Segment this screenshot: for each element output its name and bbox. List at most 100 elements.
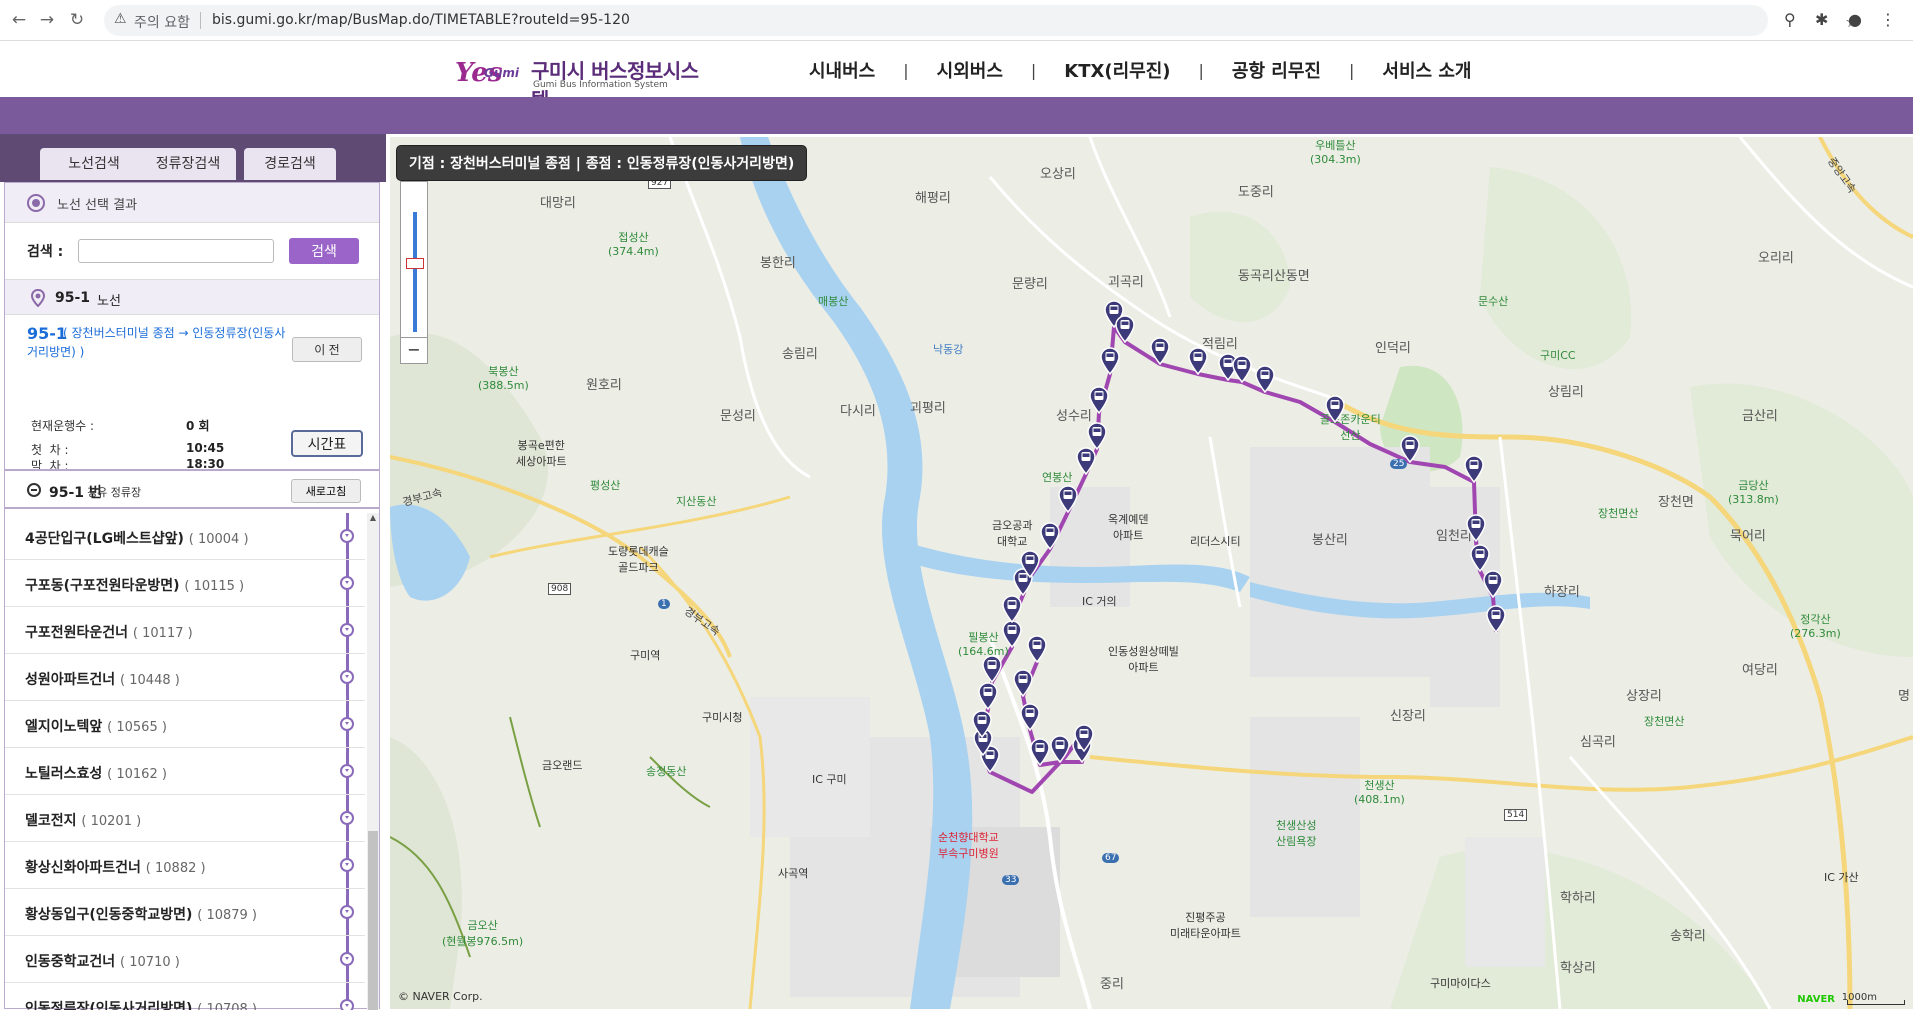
nav-service-intro[interactable]: 서비스 소개 xyxy=(1368,57,1485,83)
bus-stop-marker-icon[interactable] xyxy=(1399,435,1421,463)
bus-stop-marker-icon[interactable] xyxy=(1485,605,1507,633)
warning-icon[interactable]: ⚠ xyxy=(114,11,127,27)
site-logo[interactable]: Yes Gumi 구미시 버스정보시스템 Gumi Bus Informatio… xyxy=(455,54,705,112)
menu-icon[interactable]: ⋮ xyxy=(1880,10,1896,29)
bus-stop-marker-icon[interactable] xyxy=(1057,485,1079,513)
map-mountain-label: 장천면산 xyxy=(1644,715,1685,728)
stop-row[interactable]: 델코전지 ( 10201 ) xyxy=(5,795,365,842)
bus-stop-marker-icon[interactable] xyxy=(1114,315,1136,343)
stop-row[interactable]: 4공단입구(LG베스트샵앞) ( 10004 ) xyxy=(5,513,365,560)
route-search-input[interactable] xyxy=(78,239,274,263)
bus-stop-marker-icon[interactable] xyxy=(1073,724,1095,752)
scroll-thumb[interactable] xyxy=(368,831,378,1010)
prev-button[interactable]: 이 전 xyxy=(292,337,362,362)
bus-stop-marker-icon[interactable] xyxy=(1019,550,1041,578)
stop-marker-icon xyxy=(340,576,354,590)
bus-stop-marker-icon[interactable] xyxy=(1029,738,1051,766)
bus-stop-marker-icon[interactable] xyxy=(1463,455,1485,483)
bus-stop-marker-icon[interactable] xyxy=(971,710,993,738)
nav-intercity-bus[interactable]: 시외버스 xyxy=(923,57,1017,83)
map-mountain-label: 지산동산 xyxy=(676,495,717,508)
stop-row[interactable]: 구포전원타운건너 ( 10117 ) xyxy=(5,607,365,654)
scroll-up-icon[interactable]: ▲ xyxy=(367,513,379,525)
map-place-label: 오리리 xyxy=(1758,251,1794,266)
profile-icon[interactable]: ● xyxy=(1848,10,1862,29)
bus-stop-marker-icon[interactable] xyxy=(1465,514,1487,542)
bus-stop-marker-icon[interactable] xyxy=(1026,635,1048,663)
bus-stop-marker-icon[interactable] xyxy=(1099,347,1121,375)
result-header: 노선 선택 결과 xyxy=(5,183,379,223)
logo-subtitle: Gumi Bus Information System xyxy=(533,80,668,90)
map-place-label: 송림리 xyxy=(782,347,818,362)
logo-gumi: Gumi xyxy=(484,66,520,80)
stop-row[interactable]: 황상동입구(인동중학교방면) ( 10879 ) xyxy=(5,889,365,936)
map-place-label: 묵어리 xyxy=(1730,529,1766,544)
route-header-number: 95-1 xyxy=(55,290,91,306)
bus-stop-marker-icon[interactable] xyxy=(1231,355,1253,383)
zoom-slider-track[interactable] xyxy=(413,212,417,332)
bus-stop-marker-icon[interactable] xyxy=(1086,422,1108,450)
stop-marker-icon xyxy=(340,858,354,872)
bus-stop-marker-icon[interactable] xyxy=(1001,620,1023,648)
bus-stop-marker-icon[interactable] xyxy=(977,682,999,710)
stop-row[interactable]: 구포동(구포전원타운방면) ( 10115 ) xyxy=(5,560,365,607)
map-place-label: 문량리 xyxy=(1012,277,1048,292)
back-icon[interactable]: ← xyxy=(8,9,30,31)
nav-airport-limousine[interactable]: 공항 리무진 xyxy=(1218,57,1335,83)
address-bar[interactable]: ⚠ 주의 요함 bis.gumi.go.kr/map/BusMap.do/TIM… xyxy=(104,5,1859,36)
security-warning[interactable]: 주의 요함 xyxy=(134,12,190,32)
bus-stop-marker-icon[interactable] xyxy=(1001,595,1023,623)
map-hospital-label: 순천향대학교 부속구미병원 xyxy=(938,831,999,860)
bus-stop-marker-icon[interactable] xyxy=(1049,735,1071,763)
bus-stop-marker-icon[interactable] xyxy=(1075,447,1097,475)
bus-stop-marker-icon[interactable] xyxy=(1324,395,1346,423)
zoom-control[interactable]: − xyxy=(400,181,428,364)
tab-stop-search[interactable]: 정류장검색 xyxy=(140,148,236,180)
collapse-icon[interactable] xyxy=(27,483,41,497)
stop-row[interactable]: 노틸러스효성 ( 10162 ) xyxy=(5,748,365,795)
nav-separator: | xyxy=(1349,60,1355,80)
url-text[interactable]: bis.gumi.go.kr/map/BusMap.do/TIMETABLE?r… xyxy=(212,12,630,28)
stop-id: ( 10004 ) xyxy=(188,532,249,547)
zoom-out-button[interactable]: − xyxy=(401,337,427,363)
stop-row[interactable]: 황상신화아파트건너 ( 10882 ) xyxy=(5,842,365,889)
stop-row[interactable]: 성원아파트건너 ( 10448 ) xyxy=(5,654,365,701)
map-poi-label: 인동성원상떼빌 아파트 xyxy=(1108,645,1179,674)
map-place-label: 학상리 xyxy=(1560,961,1596,976)
bus-stop-marker-icon[interactable] xyxy=(1149,337,1171,365)
stop-row[interactable]: 엘지이노텍앞 ( 10565 ) xyxy=(5,701,365,748)
nav-city-bus[interactable]: 시내버스 xyxy=(795,57,889,83)
bus-stop-marker-icon[interactable] xyxy=(1254,365,1276,393)
bus-stop-marker-icon[interactable] xyxy=(1482,570,1504,598)
stop-row[interactable]: 인동정류장(인동사거리방면) ( 10708 ) xyxy=(5,983,365,1010)
bus-stop-marker-icon[interactable] xyxy=(1187,347,1209,375)
bus-stop-marker-icon[interactable] xyxy=(1012,669,1034,697)
bus-stop-marker-icon[interactable] xyxy=(1039,522,1061,550)
bus-stop-marker-icon[interactable] xyxy=(1019,703,1041,731)
map-place-label: 상림리 xyxy=(1548,385,1584,400)
stop-id: ( 10882 ) xyxy=(145,861,206,876)
stop-name: 성원아파트건너 xyxy=(25,672,116,688)
tab-route-search[interactable]: 노선검색 xyxy=(40,148,148,180)
route-map[interactable]: 오상리 해평리 도중리 대망리 봉한리 문량리 괴곡리 동곡리산동면 오리리 적… xyxy=(390,137,1913,1009)
timetable-button[interactable]: 시간표 xyxy=(291,430,363,457)
stop-row[interactable]: 인동중학교건너 ( 10710 ) xyxy=(5,936,365,983)
puzzle-icon[interactable]: ✱ xyxy=(1815,10,1828,29)
reload-icon[interactable]: ↻ xyxy=(66,9,88,31)
tab-path-search[interactable]: 경로검색 xyxy=(244,148,336,180)
bicycle-icon[interactable]: ⚲ xyxy=(1784,10,1796,29)
map-place-label: 심곡리 xyxy=(1580,735,1616,750)
zoom-slider-handle[interactable] xyxy=(406,258,424,269)
refresh-button[interactable]: 새로고침 xyxy=(291,479,361,503)
map-place-label: 하장리 xyxy=(1544,585,1580,600)
stop-list-scrollbar[interactable]: ▲ xyxy=(367,513,379,1010)
search-button[interactable]: 검색 xyxy=(289,238,359,264)
left-panel: 노선검색 정류장검색 경로검색 노선 선택 결과 검색 : 검색 95-1 노선… xyxy=(0,134,386,1010)
bus-stop-marker-icon[interactable] xyxy=(981,655,1003,683)
map-mountain-label: 금오산 (현월봉976.5m) xyxy=(442,919,524,948)
bus-stop-marker-icon[interactable] xyxy=(1469,544,1491,572)
forward-icon[interactable]: → xyxy=(36,9,58,31)
bus-stop-marker-icon[interactable] xyxy=(1088,386,1110,414)
nav-ktx-limousine[interactable]: KTX(리무진) xyxy=(1050,57,1184,83)
map-place-label: 금산리 xyxy=(1742,409,1778,424)
